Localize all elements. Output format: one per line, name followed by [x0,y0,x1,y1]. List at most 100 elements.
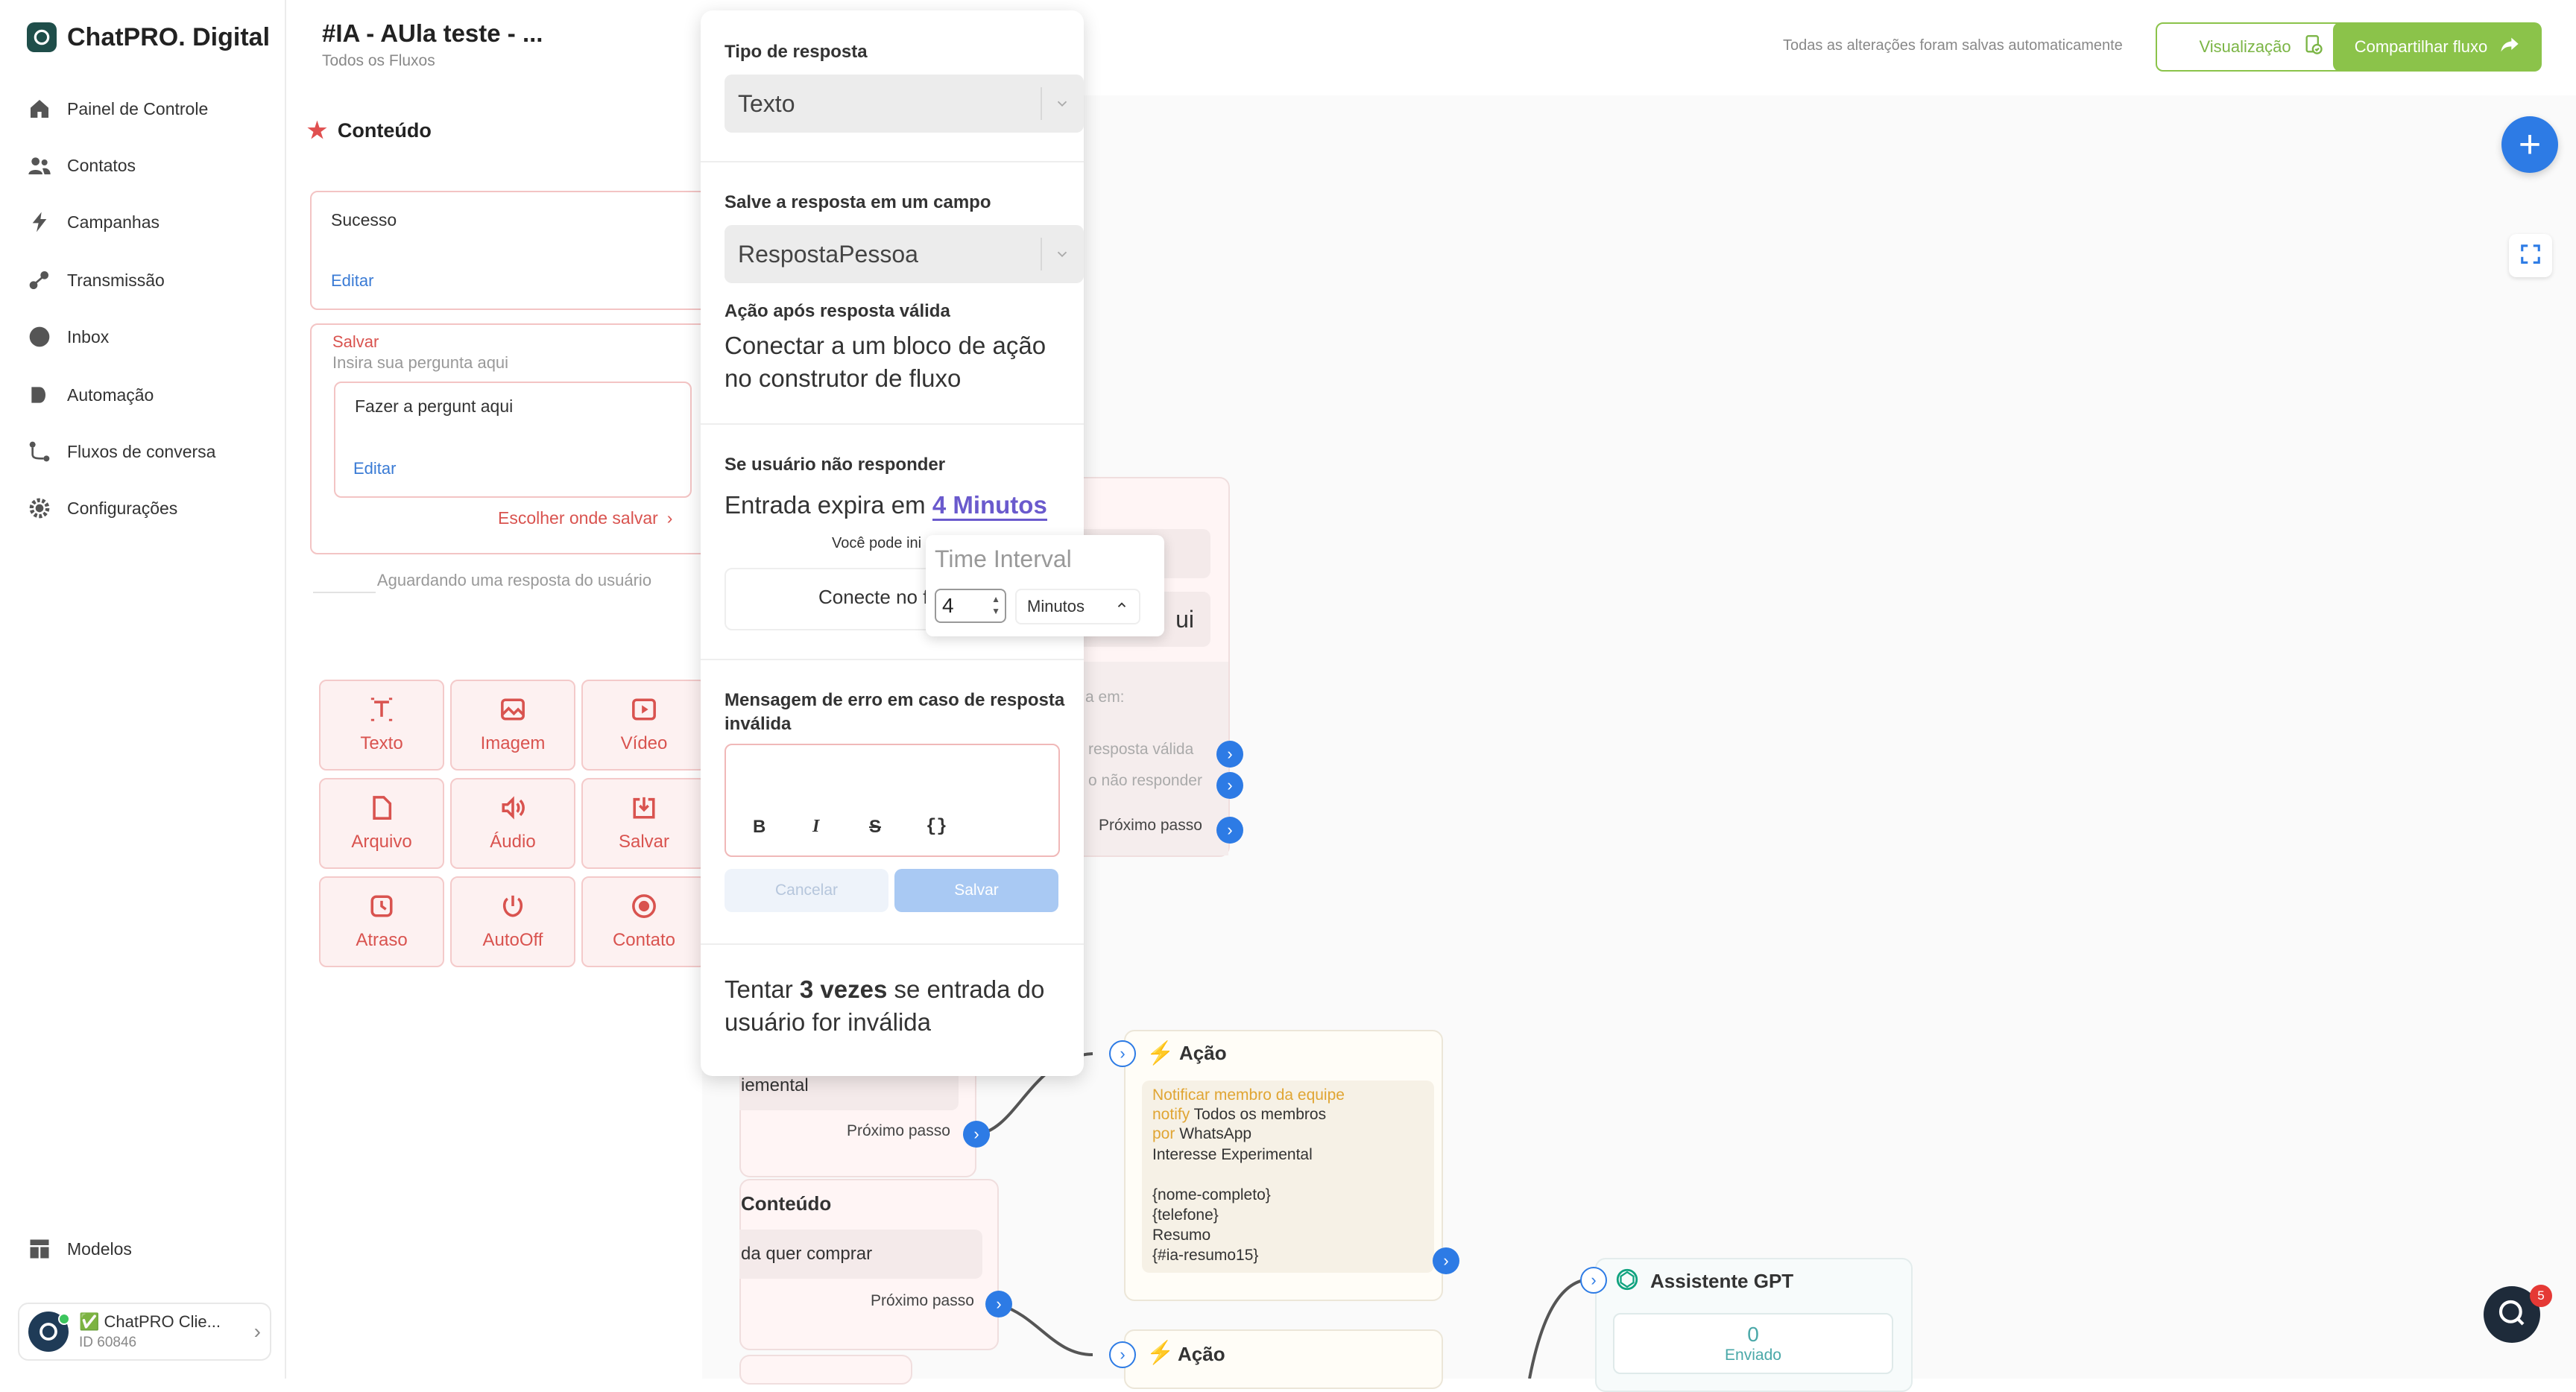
sidebar-item-flows[interactable]: Fluxos de conversa [27,435,215,468]
expires-prefix: Entrada expira em [724,491,926,519]
action-node-2-input-port[interactable]: › [1109,1341,1136,1368]
edit-message-link[interactable]: Editar [331,271,373,291]
sidebar-item-label: Contatos [67,155,136,175]
sidebar-item-automation[interactable]: Automação [27,379,154,411]
sidebar-item-label: Modelos [67,1238,132,1259]
sidebar-item-dashboard[interactable]: Painel de Controle [27,92,208,125]
add-delay-button[interactable]: Atraso [319,876,444,967]
time-unit-value: Minutos [1027,597,1085,616]
port-no-reply[interactable]: › [1216,772,1243,799]
spinner-icon[interactable]: ▲ ▼ [991,593,1000,617]
bolt-icon: ⚡ [1146,1341,1175,1365]
content-panel-title: Conteúdo [337,119,432,142]
add-image-button[interactable]: Imagem [450,680,575,771]
divider [701,659,1084,660]
port-next[interactable]: › [1216,817,1243,844]
add-text-button[interactable]: Texto [319,680,444,771]
expires-value-link[interactable]: 4 Minutos [932,491,1047,521]
save-field-select[interactable]: RespostaPessoa [724,225,1084,283]
contact-icon [631,893,657,924]
audio-icon [500,795,525,826]
add-file-button[interactable]: Arquivo [319,778,444,869]
sidebar-item-broadcast[interactable]: Transmissão [27,264,165,297]
variable-button[interactable]: {} [926,817,947,837]
add-video-button[interactable]: Vídeo [581,680,707,771]
add-save-button[interactable]: Salvar [581,778,707,869]
add-audio-button[interactable]: Áudio [450,778,575,869]
bold-button[interactable]: B [753,817,765,838]
action-node-1-output-port[interactable]: › [1433,1247,1459,1274]
cancel-button[interactable]: Cancelar [724,869,888,912]
error-message-label: Mensagem de erro em caso de resposta inv… [724,690,1065,734]
time-unit-select[interactable]: Minutos [1015,589,1140,624]
gpt-node-input-port[interactable]: › [1580,1267,1607,1294]
notify-message-line: Interesse Experimental [1152,1146,1313,1163]
valid-action-label: Ação após resposta válida [724,301,950,321]
action-node-1-input-port[interactable]: › [1109,1040,1136,1067]
openai-icon [1614,1267,1640,1292]
notify-message-line: Resumo [1152,1227,1211,1244]
experimental-next-port[interactable]: › [963,1121,990,1148]
port-valid[interactable]: › [1216,741,1243,768]
action-node-1-title: Ação [1179,1042,1227,1064]
strikethrough-button[interactable]: S [869,817,881,838]
content-node-3[interactable] [739,1355,912,1385]
sidebar-item-contacts[interactable]: Contatos [27,149,136,182]
notify-message-line: {#ia-resumo15} [1152,1247,1259,1264]
action-node-2-title: Ação [1178,1343,1225,1365]
brand[interactable]: ChatPRO. Digital [27,22,270,52]
tool-label: AutoOff [482,929,543,950]
next-step-label: Próximo passo [1099,817,1202,834]
sidebar-item-campaigns[interactable]: Campanhas [27,206,160,238]
notify-value: Todos os membros [1193,1106,1327,1123]
tool-label: Contato [612,929,676,950]
sidebar-item-models[interactable]: Modelos [27,1233,132,1265]
content-panel-header: ★ Conteúdo [307,118,432,144]
avatar [28,1312,70,1352]
sidebar-item-inbox[interactable]: Inbox [27,320,109,353]
preview-label: Visualização [2199,37,2291,56]
waiting-reply-text: Aguardando uma resposta do usuário [376,571,652,589]
notify-heading: Notificar membro da equipe [1152,1086,1345,1104]
connect-text: Conecte no f [818,586,929,608]
gpt-sent-label: Enviado [1725,1347,1781,1364]
por-line: por WhatsApp [1152,1125,1251,1143]
sidebar-item-label: Fluxos de conversa [67,441,216,461]
fullscreen-button[interactable] [2509,234,2552,277]
error-message-editor[interactable] [724,744,1060,857]
response-type-select[interactable]: Texto [724,75,1084,133]
play-icon [27,382,52,408]
share-flow-button[interactable]: Compartilhar fluxo [2333,22,2542,72]
brand-logo-icon [27,22,57,52]
sidebar-item-settings[interactable]: Configurações [27,492,177,525]
page-title[interactable]: #IA - AUla teste - ... [322,19,543,48]
bolt-icon [27,209,52,235]
gear-icon [27,496,52,521]
tool-label: Áudio [490,831,536,852]
breadcrumb[interactable]: Todos os Fluxos [322,52,435,70]
sidebar-item-label: Configurações [67,498,178,518]
account-switcher[interactable]: ✅ ChatPRO Clie... ID 60846 › [18,1303,271,1361]
message-text: Sucesso [331,210,397,230]
notify-message-line: {nome-completo} [1152,1186,1271,1203]
add-node-button[interactable]: + [2501,116,2558,173]
tool-label: Vídeo [620,733,668,753]
choose-save-location-link[interactable]: Escolher onde salvar › [498,508,672,528]
por-label: por [1152,1125,1175,1142]
image-icon [500,697,525,727]
clock-icon [369,893,394,924]
content-node-2-next-label: Próximo passo [871,1292,974,1309]
retry-value[interactable]: 3 vezes [800,975,887,1003]
time-interval-input[interactable]: 4 ▲ ▼ [935,589,1006,623]
italic-button[interactable]: I [812,817,819,837]
response-type-value: Texto [738,89,795,117]
share-label: Compartilhar fluxo [2354,37,2488,56]
save-button[interactable]: Salvar [894,869,1058,912]
chevron-right-icon: › [253,1320,261,1343]
tool-label: Arquivo [351,831,412,852]
add-contact-button[interactable]: Contato [581,876,707,967]
message-card[interactable] [310,191,713,310]
content-node-2-next-port[interactable]: › [985,1291,1012,1317]
add-autooff-button[interactable]: AutoOff [450,876,575,967]
edit-question-link[interactable]: Editar [353,459,396,478]
